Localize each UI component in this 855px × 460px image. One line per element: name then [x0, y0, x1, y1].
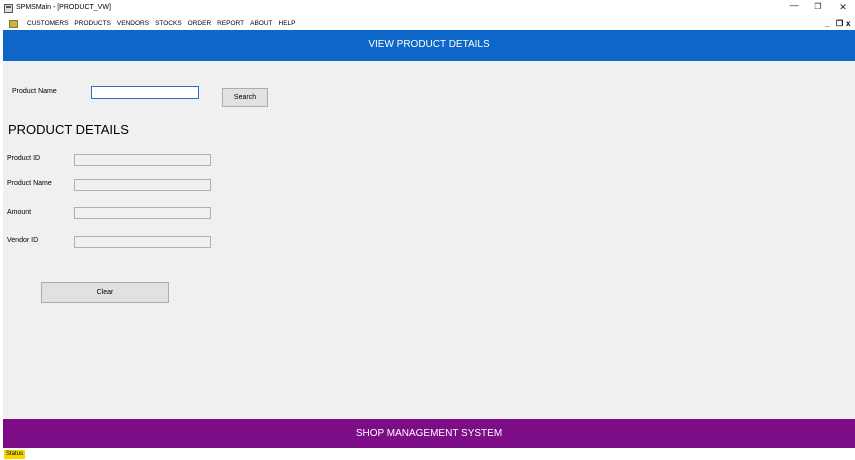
window-title: SPMSMain - [PRODUCT_VW]	[16, 4, 111, 11]
status-bar: Status	[0, 448, 855, 460]
amount-label: Amount	[7, 209, 32, 216]
maximize-button[interactable]: ❐	[811, 2, 825, 11]
menu-item-products[interactable]: PRODUCTS	[71, 19, 113, 29]
menu-item-help[interactable]: HELP	[276, 19, 299, 29]
search-input[interactable]	[91, 86, 199, 99]
child-restore-button[interactable]: ❐	[836, 19, 843, 28]
menu-bar: CUSTOMERS PRODUCTS VENDORS STOCKS ORDER …	[0, 18, 855, 30]
clear-button[interactable]: Clear	[41, 282, 169, 303]
product-id-label: Product ID	[7, 155, 41, 162]
header-band: VIEW PRODUCT DETAILS	[3, 30, 855, 61]
header-title: VIEW PRODUCT DETAILS	[368, 39, 490, 50]
footer-band: SHOP MANAGEMENT SYSTEM	[3, 419, 855, 448]
status-badge: Status	[4, 450, 26, 459]
child-minimize-button[interactable]: _	[825, 19, 829, 28]
product-name-field[interactable]	[74, 179, 211, 191]
vendor-id-field[interactable]	[74, 236, 211, 248]
app-icon	[4, 4, 13, 13]
section-title: PRODUCT DETAILS	[8, 122, 129, 137]
vendor-id-label: Vendor ID	[7, 237, 39, 244]
menu-item-vendors[interactable]: VENDORS	[114, 19, 152, 29]
menu-item-stocks[interactable]: STOCKS	[152, 19, 185, 29]
mdi-child-icon[interactable]	[9, 20, 18, 28]
product-view-form: VIEW PRODUCT DETAILS Product Name Search…	[3, 30, 855, 448]
amount-field[interactable]	[74, 207, 211, 219]
menu-item-about[interactable]: ABOUT	[247, 19, 275, 29]
app-window: SPMSMain - [PRODUCT_VW] — ❐ ✕ CUSTOMERS …	[0, 0, 855, 460]
close-button[interactable]: ✕	[836, 2, 850, 13]
search-button[interactable]: Search	[222, 88, 268, 107]
menu-item-customers[interactable]: CUSTOMERS	[24, 19, 71, 29]
child-close-button[interactable]: x	[846, 19, 850, 28]
menu-item-order[interactable]: ORDER	[185, 19, 214, 29]
product-id-field[interactable]	[74, 154, 211, 166]
title-bar: SPMSMain - [PRODUCT_VW] — ❐ ✕	[0, 0, 855, 18]
product-name-label: Product Name	[7, 180, 52, 187]
menu-items: CUSTOMERS PRODUCTS VENDORS STOCKS ORDER …	[24, 19, 299, 29]
menu-item-report[interactable]: REPORT	[214, 19, 247, 29]
footer-title: SHOP MANAGEMENT SYSTEM	[355, 428, 503, 439]
minimize-button[interactable]: —	[787, 0, 801, 10]
search-label: Product Name	[12, 88, 57, 95]
